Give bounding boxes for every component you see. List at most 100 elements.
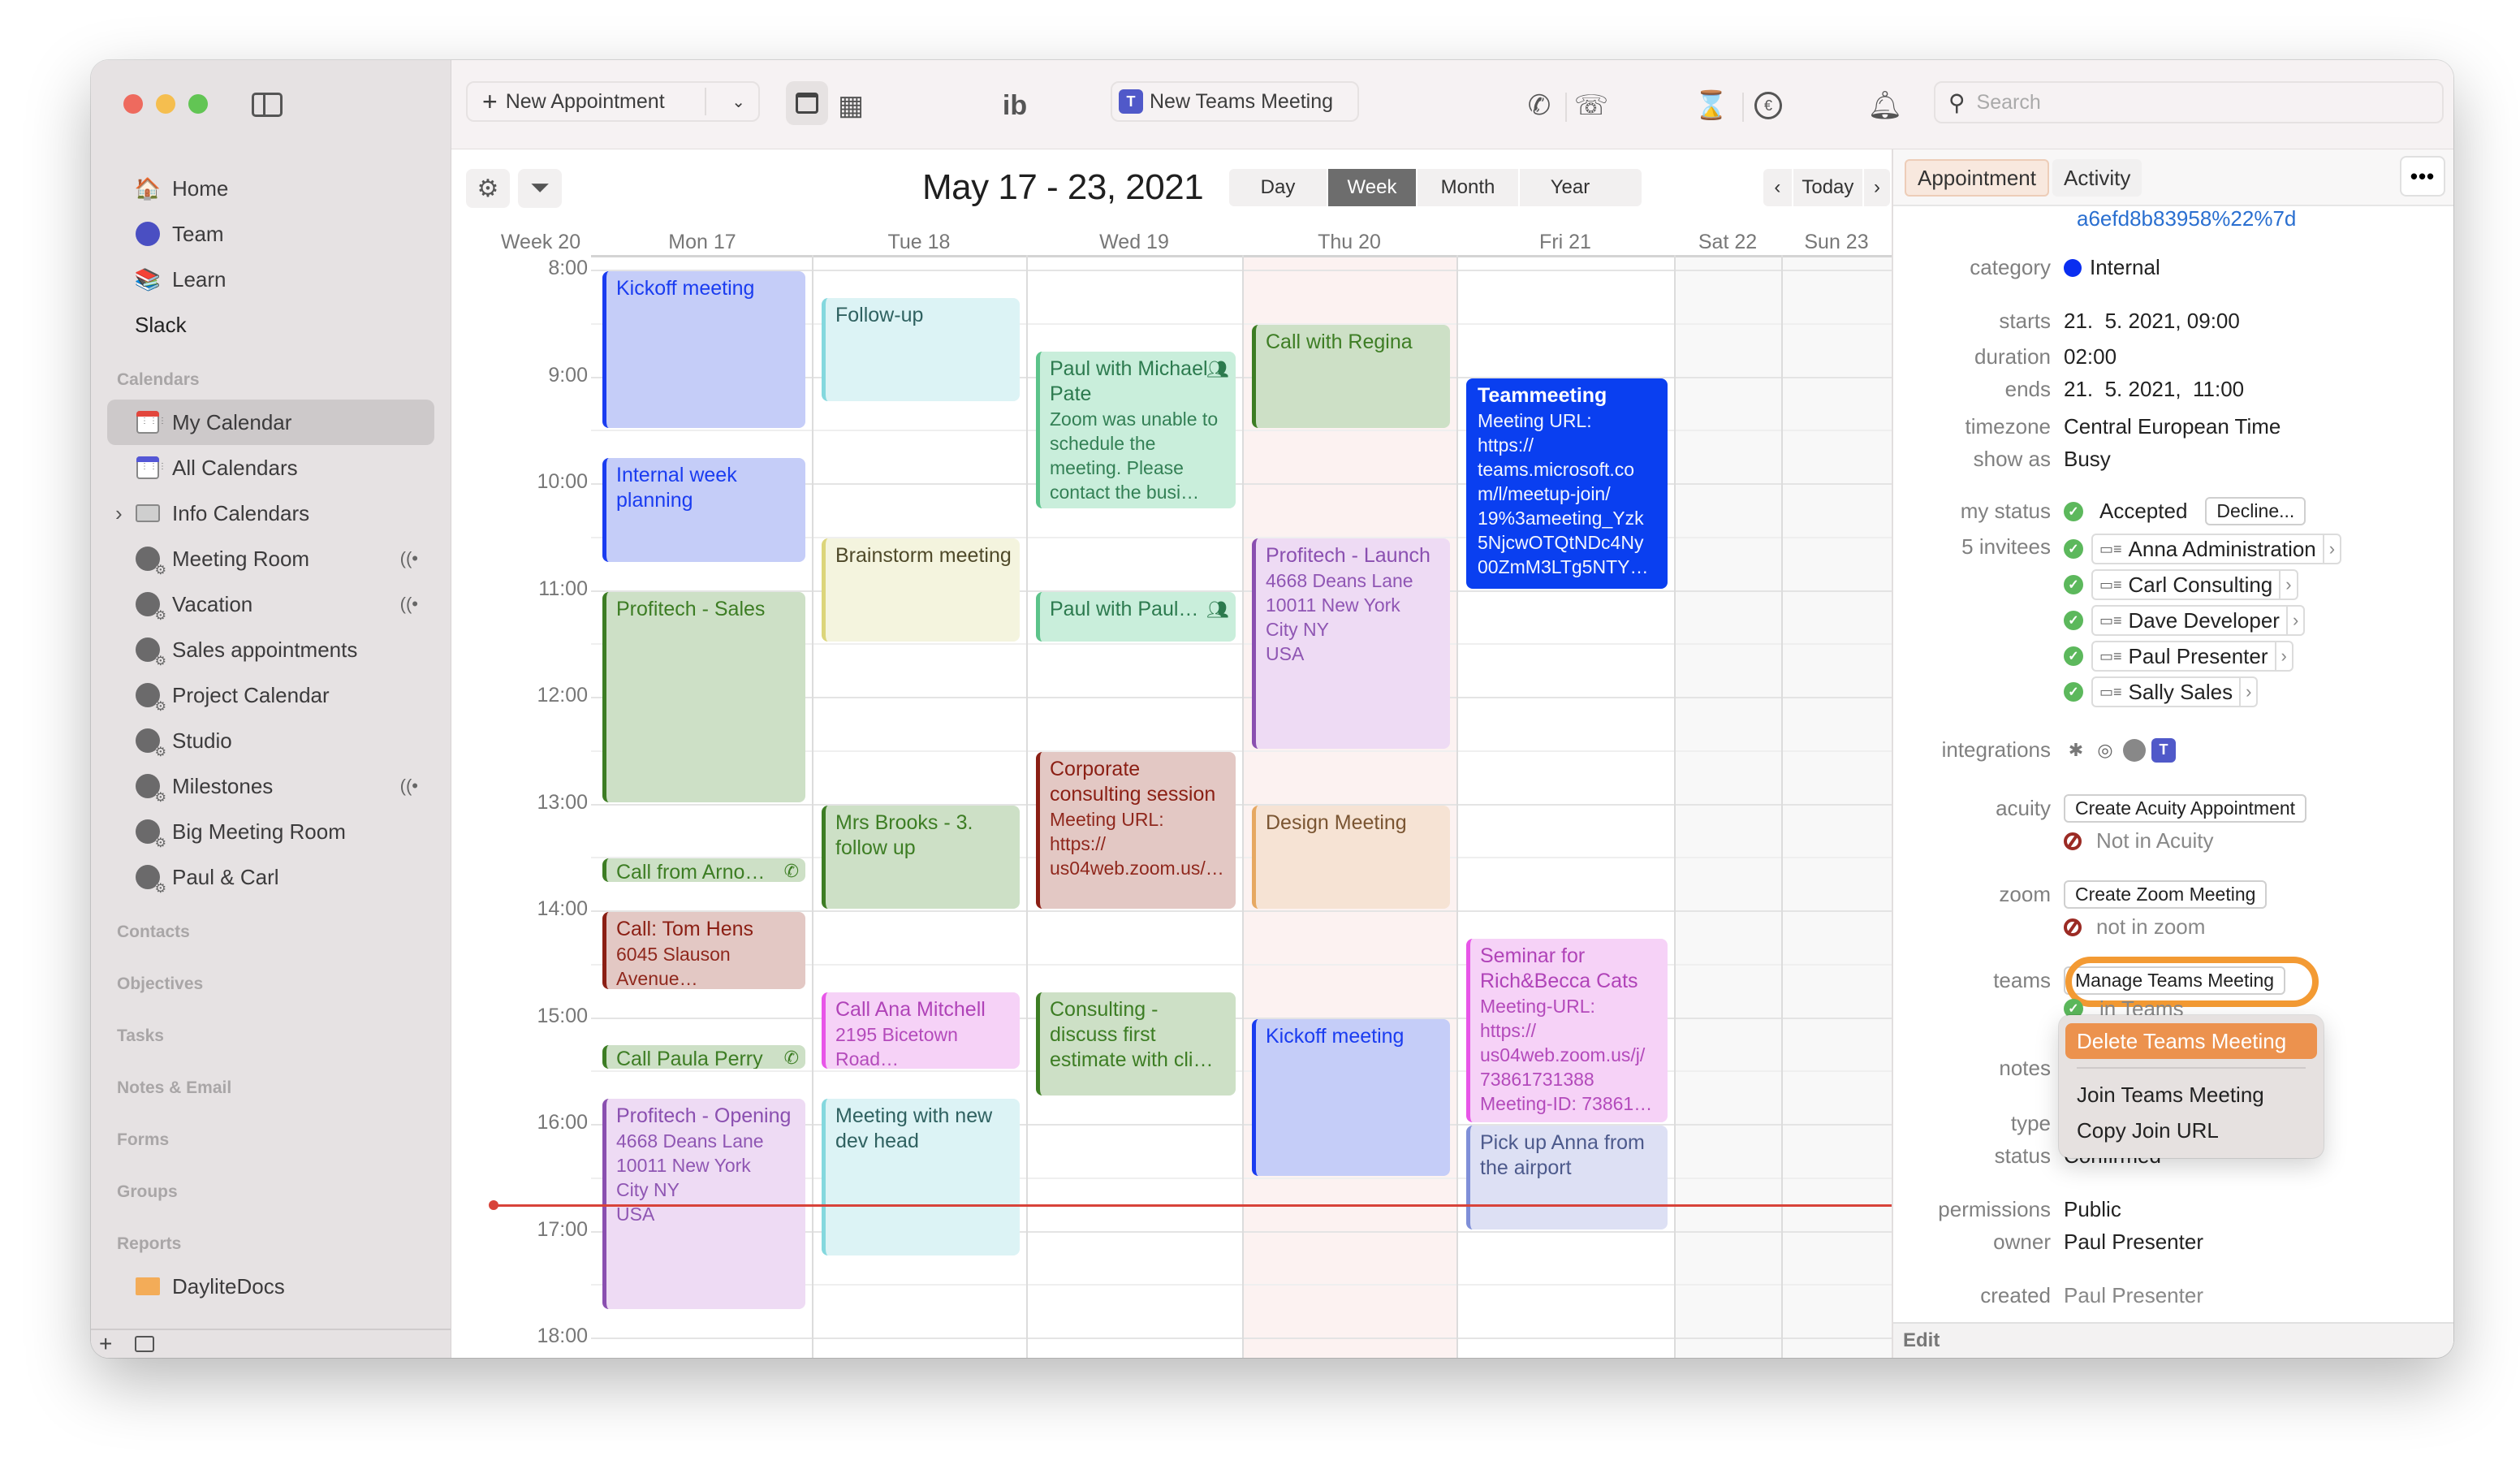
calendar-event[interactable]: Paul with Paul… 👥︎ xyxy=(1036,591,1236,642)
day-header[interactable]: Sun 23 xyxy=(1781,231,1892,254)
calendar-event[interactable]: Follow-up xyxy=(822,297,1020,402)
day-column[interactable] xyxy=(1674,255,1781,1358)
view-month-button[interactable]: Month xyxy=(1418,169,1520,206)
previous-week-button[interactable]: ‹ xyxy=(1763,169,1793,206)
next-week-button[interactable]: › xyxy=(1864,169,1890,206)
day-header[interactable]: Wed 19 xyxy=(1026,231,1242,254)
calendar-event[interactable]: Meeting with new dev head xyxy=(822,1099,1020,1256)
section-header-reports[interactable]: Reports xyxy=(91,1212,451,1264)
create-zoom-meeting-button[interactable]: Create Zoom Meeting xyxy=(2064,880,2268,909)
sidebar-item-learn[interactable]: 📚 Learn xyxy=(107,257,434,302)
tab-activity[interactable]: Activity xyxy=(2052,159,2142,197)
decline-button[interactable]: Decline... xyxy=(2205,497,2306,525)
add-call-icon[interactable]: ☏ xyxy=(1573,88,1609,123)
zoom-window-button[interactable] xyxy=(188,94,208,114)
invitee-contact-button[interactable]: ▭≡ Sally Sales › xyxy=(2091,676,2259,707)
sidebar-item-milestones[interactable]: Milestones ((• xyxy=(107,763,434,809)
sidebar-item-slack[interactable]: Slack xyxy=(107,302,434,348)
invitee-contact-button[interactable]: ▭≡ Anna Administration › xyxy=(2091,534,2342,564)
calendar-event[interactable]: Teammeeting Meeting URL: https:// teams.m… xyxy=(1466,378,1668,589)
sidebar-item-all-calendars[interactable]: All Calendars xyxy=(107,445,434,490)
teams-icon[interactable]: T xyxy=(2151,737,2176,763)
search-field[interactable]: ⚲ xyxy=(1934,81,2444,123)
tab-appointment[interactable]: Appointment xyxy=(1905,159,2049,197)
section-header-objectives[interactable]: Objectives xyxy=(91,952,451,1004)
calendar-event[interactable]: Call Paula Perry ✆ xyxy=(602,1045,805,1070)
sidebar-item-paul-carl[interactable]: Paul & Carl xyxy=(107,854,434,900)
view-week-button[interactable]: Week xyxy=(1328,169,1418,206)
day-header[interactable]: Mon 17 xyxy=(593,231,812,254)
calendar-event[interactable]: Kickoff meeting xyxy=(602,271,805,429)
calendar-event[interactable]: Pick up Anna from the airport xyxy=(1466,1126,1668,1229)
new-teams-meeting-button[interactable]: T New Teams Meeting xyxy=(1111,81,1359,122)
calendar-event[interactable]: Profitech - Sales xyxy=(602,591,805,802)
section-header-notes-email[interactable]: Notes & Email xyxy=(91,1056,451,1108)
new-appointment-button[interactable]: + New Appointment ⌄ xyxy=(466,81,760,122)
today-button[interactable]: Today xyxy=(1793,169,1864,206)
calendar-event[interactable]: Call with Regina xyxy=(1252,324,1450,429)
sidebar-item-my-calendar[interactable]: My Calendar xyxy=(107,400,434,445)
calendar-event[interactable]: Call Ana Mitchell 2195 Bicetown Road… xyxy=(822,992,1020,1070)
chevron-down-icon[interactable]: ⌄ xyxy=(731,92,745,112)
add-icon[interactable]: + xyxy=(99,1331,112,1357)
calendar-event[interactable]: Internal week planning xyxy=(602,458,805,562)
day-column[interactable] xyxy=(1781,255,1892,1358)
calendar-event[interactable]: Kickoff meeting xyxy=(1252,1018,1450,1176)
view-year-button[interactable]: Year xyxy=(1520,169,1620,206)
acuity-icon[interactable]: ◎ xyxy=(2093,738,2117,763)
settings-gear-icon[interactable]: ⚙ xyxy=(466,169,510,208)
grid-view-icon[interactable]: ▦ xyxy=(833,88,869,123)
sidebar-item-big-meeting-room[interactable]: Big Meeting Room xyxy=(107,809,434,854)
calendar-event[interactable]: Paul with Michael Pate Zoom was unable to… xyxy=(1036,351,1236,508)
sidebar-toggle-icon[interactable] xyxy=(252,93,283,117)
sidebar-item-daylitedocs[interactable]: DayliteDocs xyxy=(107,1264,434,1309)
close-window-button[interactable] xyxy=(123,94,143,114)
invitee-contact-button[interactable]: ▭≡ Dave Developer › xyxy=(2091,605,2306,636)
sidebar-item-studio[interactable]: Studio xyxy=(107,718,434,763)
calendar-event[interactable]: Corporate consulting session Meeting URL:… xyxy=(1036,751,1236,909)
chevron-right-icon[interactable]: › xyxy=(115,501,123,526)
section-header-forms[interactable]: Forms xyxy=(91,1108,451,1160)
daylite-icon[interactable]: ib xyxy=(997,88,1033,123)
section-header-groups[interactable]: Groups xyxy=(91,1160,451,1212)
add-hourglass-icon[interactable]: ⌛ xyxy=(1694,88,1729,123)
calendar-event[interactable]: Design Meeting xyxy=(1252,805,1450,909)
sidebar-item-info-calendars[interactable]: › Info Calendars xyxy=(107,490,434,536)
edit-button[interactable]: Edit xyxy=(1893,1322,2453,1358)
menu-item-join-teams-meeting[interactable]: Join Teams Meeting xyxy=(2065,1077,2317,1113)
zoom-icon[interactable] xyxy=(2122,738,2147,763)
filter-icon[interactable]: ⏷ xyxy=(518,169,562,208)
minimize-window-button[interactable] xyxy=(156,94,175,114)
day-calendar-view-icon[interactable] xyxy=(786,81,828,125)
sidebar-item-home[interactable]: 🏠 Home xyxy=(107,166,434,211)
euro-icon[interactable]: € xyxy=(1750,88,1786,123)
slack-icon[interactable]: ✱ xyxy=(2064,738,2088,763)
day-header[interactable]: Thu 20 xyxy=(1242,231,1456,254)
calendar-event[interactable]: Call: Tom Hens 6045 Slauson Avenue… xyxy=(602,912,805,989)
calendar-event[interactable]: Brainstorm meeting xyxy=(822,538,1020,642)
section-header-tasks[interactable]: Tasks xyxy=(91,1004,451,1056)
calendar-small-icon[interactable] xyxy=(135,1336,155,1352)
menu-item-delete-teams-meeting[interactable]: Delete Teams Meeting xyxy=(2065,1023,2317,1059)
sidebar-item-vacation[interactable]: Vacation ((• xyxy=(107,581,434,627)
calendar-event[interactable]: Consulting - discuss first estimate with… xyxy=(1036,992,1236,1096)
calendar-event[interactable]: Call from Arno… ✆ xyxy=(602,858,805,883)
phone-outgoing-icon[interactable]: ✆ xyxy=(1521,88,1557,123)
meeting-url-link[interactable]: a6efd8b83958%22%7d xyxy=(1893,206,2453,231)
search-input[interactable] xyxy=(1976,90,2399,115)
day-header[interactable]: Sat 22 xyxy=(1674,231,1781,254)
invitee-contact-button[interactable]: ▭≡ Carl Consulting › xyxy=(2091,569,2298,600)
day-header[interactable]: Tue 18 xyxy=(812,231,1026,254)
sidebar-item-sales-appointments[interactable]: Sales appointments xyxy=(107,627,434,672)
invitee-contact-button[interactable]: ▭≡ Paul Presenter › xyxy=(2091,641,2293,672)
section-header-contacts[interactable]: Contacts xyxy=(91,900,451,952)
day-header[interactable]: Fri 21 xyxy=(1456,231,1674,254)
more-options-button[interactable]: ••• xyxy=(2400,156,2445,197)
calendar-event[interactable]: Mrs Brooks - 3. follow up xyxy=(822,805,1020,909)
sidebar-item-project-calendar[interactable]: Project Calendar xyxy=(107,672,434,718)
create-acuity-appointment-button[interactable]: Create Acuity Appointment xyxy=(2064,794,2307,823)
sidebar-item-team[interactable]: Team xyxy=(107,211,434,257)
sidebar-item-meeting-room[interactable]: Meeting Room ((• xyxy=(107,536,434,581)
view-day-button[interactable]: Day xyxy=(1229,169,1328,206)
bell-icon[interactable]: 🔔︎ xyxy=(1867,88,1903,123)
